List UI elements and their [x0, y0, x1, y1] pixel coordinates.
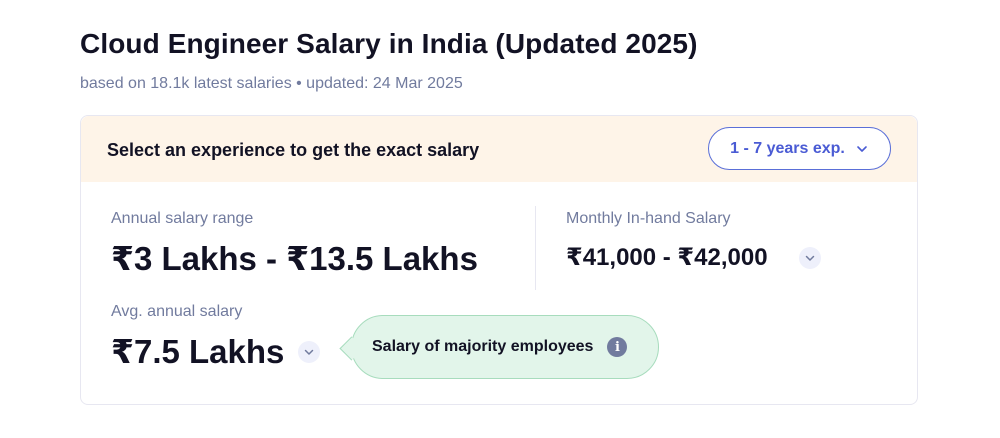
info-icon[interactable]: i: [607, 337, 628, 357]
monthly-inhand-label: Monthly In-hand Salary: [566, 210, 731, 227]
monthly-inhand-value: ₹41,000 - ₹42,000: [566, 244, 768, 271]
divider: [535, 206, 536, 290]
chevron-down-icon: [857, 145, 867, 152]
experience-header: Select an experience to get the exact sa…: [81, 116, 917, 182]
avg-expand-button[interactable]: [298, 341, 320, 363]
salary-card: Select an experience to get the exact sa…: [80, 115, 918, 405]
page-subtitle: based on 18.1k latest salaries • updated…: [80, 75, 463, 92]
majority-salary-tooltip: Salary of majority employees i: [351, 315, 659, 379]
tooltip-text: Salary of majority employees: [372, 338, 594, 355]
page-title: Cloud Engineer Salary in India (Updated …: [80, 28, 698, 59]
monthly-expand-button[interactable]: [799, 247, 821, 269]
chevron-down-icon: [304, 349, 314, 355]
experience-dropdown-label: 1 - 7 years exp.: [730, 139, 845, 157]
experience-prompt: Select an experience to get the exact sa…: [107, 140, 480, 160]
experience-dropdown[interactable]: 1 - 7 years exp.: [708, 127, 891, 170]
avg-annual-label: Avg. annual salary: [111, 303, 243, 320]
avg-annual-value: ₹7.5 Lakhs: [111, 333, 285, 370]
annual-range-value: ₹3 Lakhs - ₹13.5 Lakhs: [111, 240, 478, 277]
annual-range-label: Annual salary range: [111, 210, 254, 227]
chevron-down-icon: [805, 255, 815, 261]
